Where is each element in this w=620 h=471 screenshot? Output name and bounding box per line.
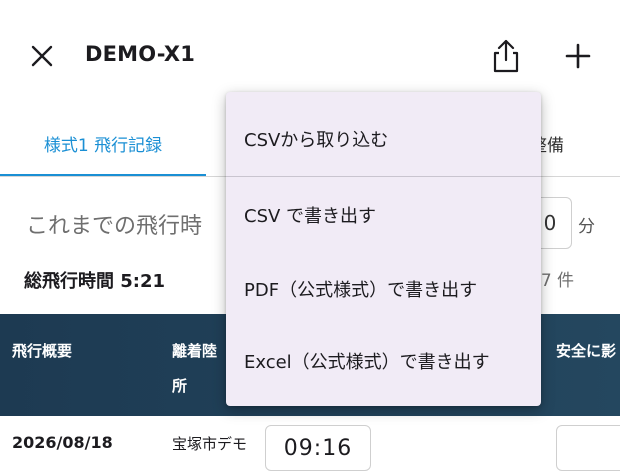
share-icon (493, 39, 519, 73)
menu-item-export-csv-label: CSV で書き出す (244, 206, 377, 227)
share-button[interactable] (490, 38, 522, 74)
header-safety: 安全に影 (556, 342, 617, 360)
menu-item-export-pdf-label: PDF（公式様式）で書き出す (244, 280, 478, 301)
menu-item-export-csv[interactable]: CSV で書き出す (226, 178, 541, 252)
previous-flight-time-label: これまでの飛行時 (26, 214, 203, 239)
row-place: 宝塚市デモ (172, 435, 248, 453)
menu-item-export-pdf[interactable]: PDF（公式様式）で書き出す (226, 252, 541, 326)
row-safety-input[interactable] (556, 425, 620, 471)
minutes-unit-label: 分 (578, 217, 595, 237)
menu-item-import-csv-label: CSVから取り込む (244, 130, 389, 151)
tab-flight-record-label: 様式1 飛行記録 (43, 135, 163, 156)
header-place-line2: 所 (172, 377, 188, 395)
page-title: DEMO-X1 (85, 42, 196, 66)
close-button[interactable] (26, 40, 58, 72)
add-icon (565, 43, 591, 69)
menu-item-export-excel[interactable]: Excel（公式様式）で書き出す (226, 324, 541, 398)
header-place-line1: 離着陸 (172, 342, 218, 360)
header-summary: 飛行概要 (12, 342, 73, 360)
total-flight-time: 総飛行時間 5:21 (24, 271, 166, 292)
menu-item-import-csv[interactable]: CSVから取り込む (226, 102, 541, 176)
tab-flight-record[interactable]: 様式1 飛行記録 (0, 112, 206, 174)
menu-divider (226, 176, 541, 177)
export-menu: CSVから取り込む CSV で書き出す PDF（公式様式）で書き出す Excel… (226, 92, 541, 406)
menu-item-export-excel-label: Excel（公式様式）で書き出す (244, 352, 490, 373)
close-icon (31, 45, 53, 67)
row-date: 2026/08/18 (12, 433, 113, 452)
add-button[interactable] (562, 40, 594, 72)
row-time-input[interactable]: 09:16 (265, 425, 371, 471)
